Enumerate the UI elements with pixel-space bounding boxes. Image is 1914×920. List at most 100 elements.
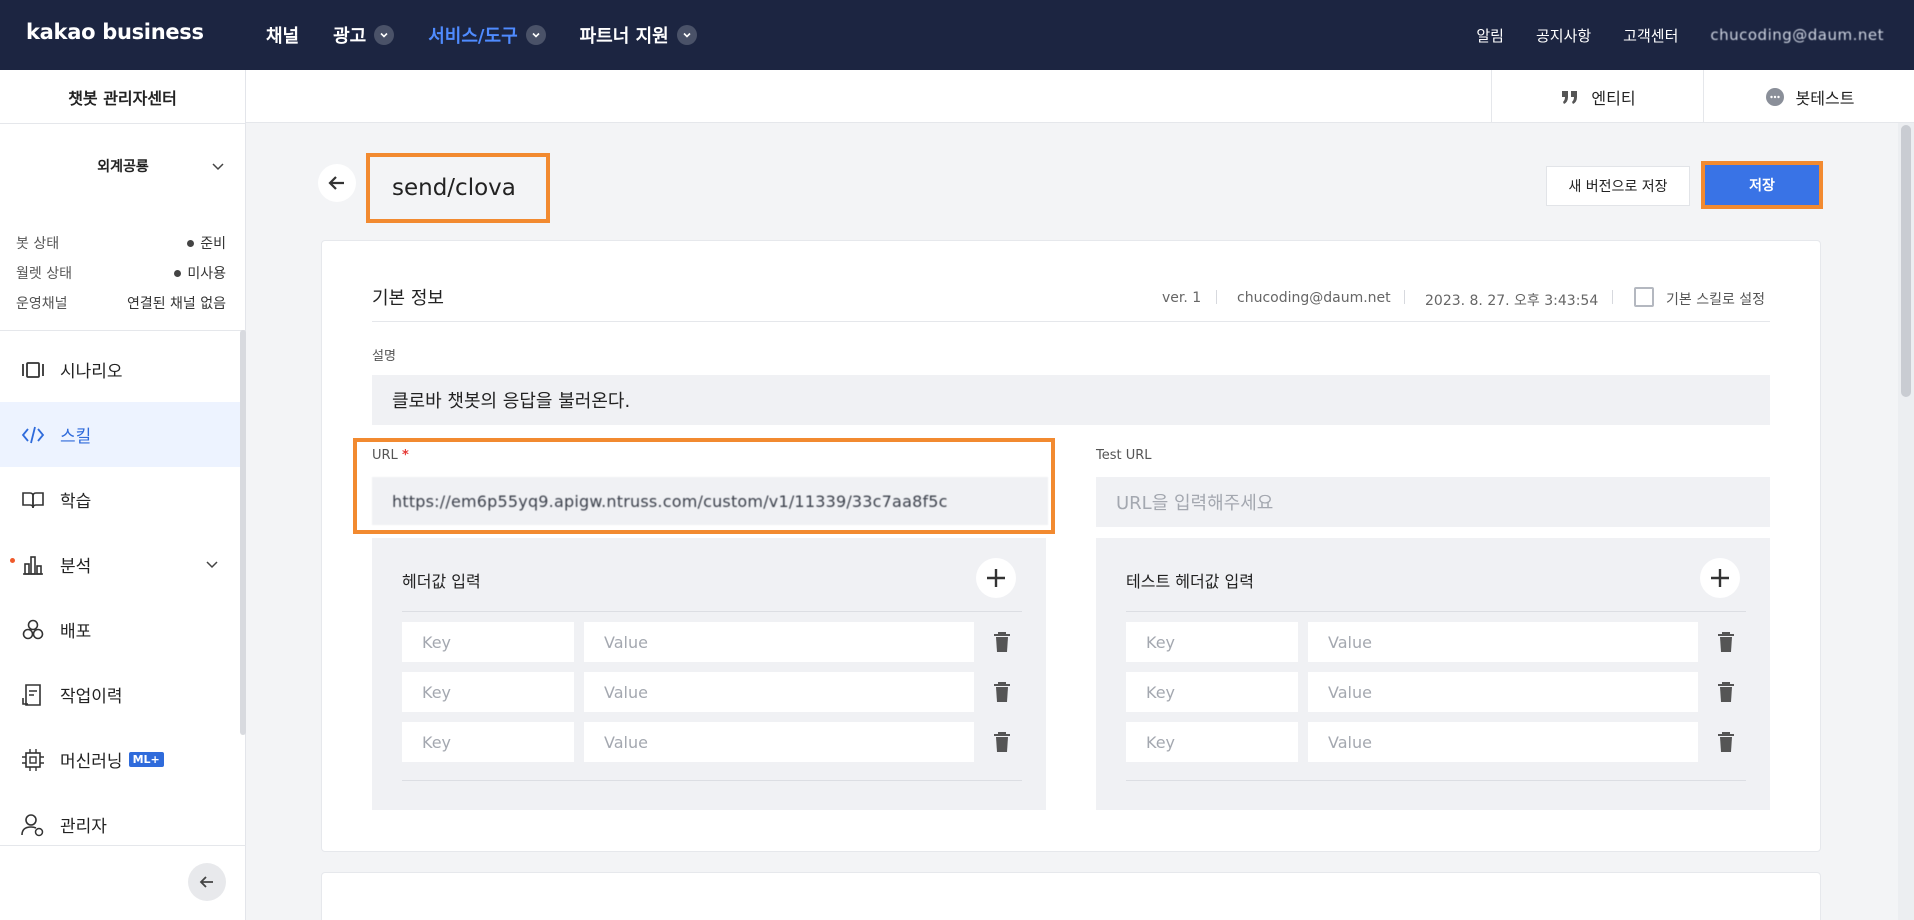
test-header-key-input[interactable]: Key	[1126, 672, 1298, 712]
header-value-input[interactable]: Value	[584, 622, 974, 662]
support-link[interactable]: 고객센터	[1623, 25, 1678, 46]
modified-date-label: 2023. 8. 27. 오후 3:43:54	[1425, 293, 1599, 309]
key-placeholder: Key	[422, 732, 452, 752]
next-section-card	[321, 872, 1821, 920]
nav-item-ads[interactable]: 광고	[333, 22, 395, 48]
status-key: 운영채널	[16, 296, 68, 312]
default-skill-label[interactable]: 기본 스킬로 설정	[1666, 289, 1765, 309]
save-button[interactable]: 저장	[1705, 165, 1819, 205]
sidebar-scrollbar[interactable]	[240, 330, 246, 735]
arrow-left-icon	[328, 176, 344, 190]
trash-icon[interactable]	[992, 731, 1012, 753]
header-key-input[interactable]: Key	[402, 622, 574, 662]
value-placeholder: Value	[604, 632, 648, 652]
skill-name-field[interactable]: send/clova	[366, 153, 550, 223]
notices-link[interactable]: 공지사항	[1536, 25, 1591, 46]
trash-icon[interactable]	[1716, 681, 1736, 703]
test-header-values-panel: 테스트 헤더값 입력 Key Value Key Value Key Value	[1096, 538, 1770, 810]
divider	[372, 321, 1770, 322]
save-button-highlight: 저장	[1701, 161, 1823, 209]
test-header-value-input[interactable]: Value	[1308, 672, 1698, 712]
header-value-input[interactable]: Value	[584, 722, 974, 762]
header-key-input[interactable]: Key	[402, 672, 574, 712]
test-header-key-input[interactable]: Key	[1126, 622, 1298, 662]
sidebar-item-scenario[interactable]: 시나리오	[0, 337, 240, 402]
sidebar-item-learning[interactable]: 학습	[0, 467, 240, 532]
header-value-input[interactable]: Value	[584, 672, 974, 712]
nav-item-services[interactable]: 서비스/도구	[428, 22, 546, 48]
key-placeholder: Key	[422, 682, 452, 702]
status-row-wallet: 월렛 상태 미사용	[16, 258, 226, 288]
value-placeholder: Value	[1328, 682, 1372, 702]
sidebar-title: 챗봇 관리자센터	[0, 70, 245, 124]
test-header-value-input[interactable]: Value	[1308, 622, 1698, 662]
bot-test-button[interactable]: 봇테스트	[1703, 70, 1914, 123]
test-header-value-input[interactable]: Value	[1308, 722, 1698, 762]
book-icon	[22, 491, 44, 508]
add-header-button[interactable]	[976, 558, 1016, 598]
value-placeholder: Value	[604, 682, 648, 702]
sidebar-menu: 시나리오 스킬 학습 분석 배포 작업이력 머신러닝 ML+ 관리자	[0, 337, 240, 857]
chart-icon	[23, 555, 43, 575]
test-header-key-input[interactable]: Key	[1126, 722, 1298, 762]
nav-item-label: 채널	[266, 26, 300, 47]
status-value: 준비	[200, 236, 226, 252]
entity-button[interactable]: 엔티티	[1491, 70, 1703, 123]
divider	[1612, 290, 1613, 304]
deploy-icon	[22, 619, 44, 639]
trash-icon[interactable]	[1716, 731, 1736, 753]
chevron-down-icon	[212, 163, 224, 171]
admin-icon	[21, 813, 44, 836]
save-new-version-button[interactable]: 새 버전으로 저장	[1546, 166, 1690, 206]
plus-icon	[1711, 569, 1729, 587]
status-row-channel: 운영채널 연결된 채널 없음	[16, 288, 226, 318]
arrow-left-icon	[199, 876, 213, 888]
description-input[interactable]: 클로바 챗봇의 응답을 불러온다.	[372, 375, 1770, 425]
chevron-down-icon	[206, 561, 218, 569]
trash-icon[interactable]	[992, 681, 1012, 703]
sidebar-item-analytics[interactable]: 분석	[0, 532, 240, 597]
kakao-business-logo[interactable]: kakao business	[26, 20, 204, 44]
sidebar-item-label: 머신러닝	[60, 752, 123, 772]
scrollbar-thumb[interactable]	[1901, 125, 1911, 397]
entity-label: 엔티티	[1591, 88, 1636, 108]
sidebar: 챗봇 관리자센터 외계공룡 봇 상태 준비 월렛 상태 미사용 운영채널 연결된…	[0, 70, 246, 920]
scenario-icon	[22, 361, 44, 378]
required-asterisk: *	[401, 448, 409, 463]
collapse-sidebar-button[interactable]	[188, 863, 226, 901]
page-scrollbar[interactable]	[1898, 123, 1914, 920]
header-key-input[interactable]: Key	[402, 722, 574, 762]
divider	[402, 780, 1022, 781]
new-indicator-dot	[10, 558, 15, 563]
sidebar-item-label: 관리자	[60, 817, 107, 837]
user-account-menu[interactable]: chucoding@daum.net	[1710, 26, 1884, 44]
back-button[interactable]	[318, 164, 356, 202]
key-placeholder: Key	[422, 632, 452, 652]
nav-item-label: 파트너 지원	[579, 26, 669, 47]
trash-icon[interactable]	[992, 631, 1012, 653]
url-label-text: URL	[372, 448, 398, 463]
default-skill-checkbox[interactable]	[1634, 287, 1654, 307]
add-test-header-button[interactable]	[1700, 558, 1740, 598]
sidebar-item-machine-learning[interactable]: 머신러닝 ML+	[0, 727, 240, 792]
top-navigation: kakao business 채널 광고 서비스/도구 파트너 지원 알림 공지…	[0, 0, 1914, 70]
sidebar-item-admin[interactable]: 관리자	[0, 792, 240, 857]
sidebar-item-label: 분석	[60, 557, 92, 577]
url-input[interactable]: https://em6p55yq9.apigw.ntruss.com/custo…	[372, 477, 1048, 525]
trash-icon[interactable]	[1716, 631, 1736, 653]
sidebar-item-label: 배포	[60, 622, 92, 642]
main-nav: 채널 광고 서비스/도구 파트너 지원	[266, 0, 697, 70]
sidebar-item-deploy[interactable]: 배포	[0, 597, 240, 662]
sidebar-item-skill[interactable]: 스킬	[0, 402, 240, 467]
test-header-values-title: 테스트 헤더값 입력	[1126, 572, 1254, 591]
sidebar-item-label: 시나리오	[60, 362, 123, 382]
test-url-input[interactable]: URL을 입력해주세요	[1096, 477, 1770, 527]
alerts-link[interactable]: 알림	[1476, 25, 1504, 46]
bot-selector[interactable]: 외계공룡	[0, 144, 246, 188]
sidebar-item-history[interactable]: 작업이력	[0, 662, 240, 727]
nav-item-partner[interactable]: 파트너 지원	[580, 22, 697, 48]
nav-item-label: 서비스/도구	[428, 26, 518, 47]
nav-item-channel[interactable]: 채널	[266, 22, 299, 48]
url-label: URL *	[372, 448, 409, 463]
bot-name: 외계공룡	[97, 159, 149, 175]
